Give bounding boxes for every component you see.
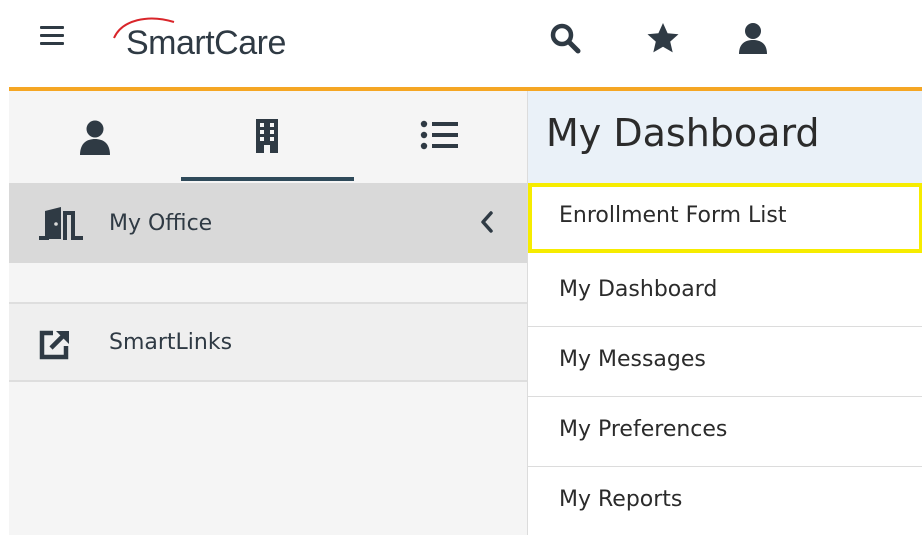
menu-item-my-preferences[interactable]: My Preferences: [528, 397, 922, 467]
top-bar: SmartCare: [0, 0, 922, 88]
search-icon[interactable]: [547, 20, 583, 56]
menu-item-label: My Reports: [559, 487, 683, 512]
person-icon: [80, 120, 110, 155]
external-link-icon: [39, 330, 69, 360]
app-name: SmartCare: [126, 24, 286, 62]
divider: [9, 380, 527, 382]
submenu-header: My Dashboard: [528, 91, 922, 183]
menu-item-label: My Preferences: [559, 417, 728, 442]
tab-list[interactable]: [354, 91, 526, 183]
chevron-left-icon[interactable]: [479, 210, 495, 234]
menu-item-label: My Messages: [559, 347, 706, 372]
sidebar-item-label: My Office: [109, 211, 213, 236]
menu-item-my-reports[interactable]: My Reports: [528, 467, 922, 535]
tab-building[interactable]: [181, 91, 353, 183]
sidebar-item-smartlinks[interactable]: SmartLinks: [9, 304, 527, 380]
door-icon: [39, 207, 83, 240]
menu-item-my-dashboard[interactable]: My Dashboard: [528, 257, 922, 327]
tab-person[interactable]: [9, 91, 181, 183]
user-icon[interactable]: [735, 20, 771, 56]
active-tab-indicator: [181, 177, 354, 181]
sidebar-item-label: SmartLinks: [109, 330, 233, 355]
app-logo[interactable]: SmartCare: [108, 12, 348, 62]
dashboard-submenu-panel: My Dashboard Enrollment Form List My Das…: [527, 91, 922, 535]
page-title: My Dashboard: [546, 111, 820, 155]
nav-tabs: [9, 91, 527, 183]
building-icon: [256, 119, 278, 153]
menu-item-my-messages[interactable]: My Messages: [528, 327, 922, 397]
left-navigation-panel: My Office SmartLinks: [9, 91, 527, 535]
hamburger-menu-icon[interactable]: [40, 26, 64, 46]
menu-item-enrollment-form-list[interactable]: Enrollment Form List: [528, 183, 922, 253]
star-icon[interactable]: [645, 20, 681, 56]
list-icon: [420, 120, 458, 150]
menu-item-label: Enrollment Form List: [559, 203, 787, 228]
sidebar-item-my-office[interactable]: My Office: [9, 183, 527, 263]
menu-item-label: My Dashboard: [559, 277, 718, 302]
